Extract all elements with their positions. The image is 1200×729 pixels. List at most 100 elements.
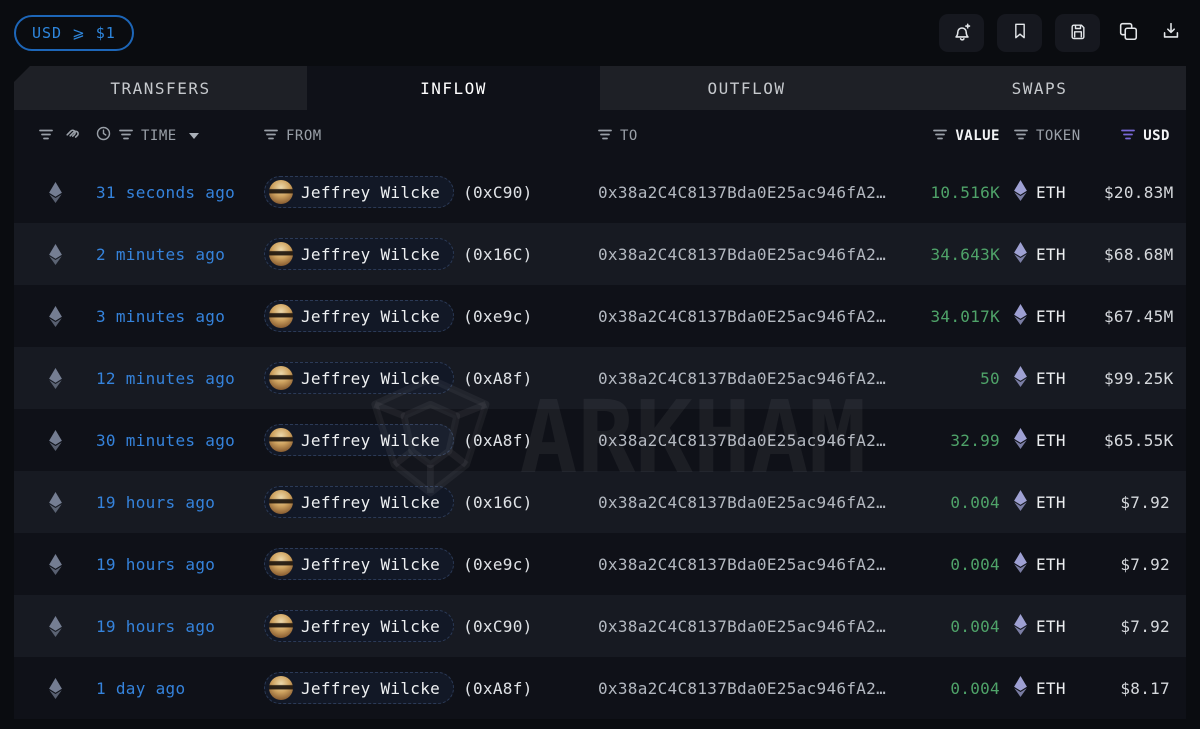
token-cell[interactable]: ETH (1000, 614, 1104, 639)
filter-lines-icon[interactable] (1014, 128, 1028, 144)
from-address-suffix[interactable]: (0xA8f) (463, 679, 533, 698)
token-symbol: ETH (1036, 183, 1066, 202)
from-entity-pill[interactable]: Jeffrey Wilcke (264, 548, 454, 580)
from-entity-pill[interactable]: Jeffrey Wilcke (264, 672, 454, 704)
clock-icon (96, 126, 111, 145)
from-address-suffix[interactable]: (0xA8f) (463, 431, 533, 450)
transaction-time-link[interactable]: 19 hours ago (96, 555, 264, 574)
from-address-suffix[interactable]: (0xC90) (463, 617, 533, 636)
column-header-token[interactable]: TOKEN (1000, 128, 1104, 144)
from-address-suffix[interactable]: (0xA8f) (463, 369, 533, 388)
token-symbol: ETH (1036, 245, 1066, 264)
transaction-time-link[interactable]: 30 minutes ago (96, 431, 264, 450)
token-cell[interactable]: ETH (1000, 490, 1104, 515)
token-cell[interactable]: ETH (1000, 552, 1104, 577)
from-entity-pill[interactable]: Jeffrey Wilcke (264, 238, 454, 270)
download-button[interactable] (1156, 14, 1186, 52)
token-cell[interactable]: ETH (1000, 304, 1104, 329)
eth-token-icon (1014, 676, 1027, 701)
to-address-link[interactable]: 0x38a2C4C8137Bda0E25ac946fA2… (598, 679, 888, 698)
to-address-link[interactable]: 0x38a2C4C8137Bda0E25ac946fA2… (598, 555, 888, 574)
to-address-link[interactable]: 0x38a2C4C8137Bda0E25ac946fA2… (598, 431, 888, 450)
token-symbol: ETH (1036, 617, 1066, 636)
to-address-link[interactable]: 0x38a2C4C8137Bda0E25ac946fA2… (598, 369, 888, 388)
token-cell[interactable]: ETH (1000, 428, 1104, 453)
copy-button[interactable] (1113, 14, 1143, 52)
value-amount: 34.017K (888, 307, 1000, 326)
save-button[interactable] (1055, 14, 1100, 52)
transaction-time-link[interactable]: 19 hours ago (96, 493, 264, 512)
to-address-link[interactable]: 0x38a2C4C8137Bda0E25ac946fA2… (598, 307, 888, 326)
usd-filter-chip[interactable]: USD ⩾ $1 (14, 15, 134, 51)
usd-amount: $65.55K (1104, 431, 1190, 450)
filter-lines-icon[interactable] (39, 128, 53, 144)
filter-lines-active-icon[interactable] (1121, 128, 1135, 144)
chain-eth-icon (14, 616, 96, 637)
chain-eth-icon (14, 306, 96, 327)
transaction-time-link[interactable]: 3 minutes ago (96, 307, 264, 326)
from-entity-name: Jeffrey Wilcke (301, 307, 440, 326)
from-entity-pill[interactable]: Jeffrey Wilcke (264, 362, 454, 394)
avatar (269, 366, 293, 390)
from-address-suffix[interactable]: (0x16C) (463, 245, 533, 264)
from-entity-name: Jeffrey Wilcke (301, 679, 440, 698)
chain-eth-icon (14, 554, 96, 575)
from-entity-pill[interactable]: Jeffrey Wilcke (264, 610, 454, 642)
to-address-link[interactable]: 0x38a2C4C8137Bda0E25ac946fA2… (598, 617, 888, 636)
column-header-from-label: FROM (286, 128, 322, 144)
column-header-from[interactable]: FROM (264, 128, 598, 144)
tab-outflow[interactable]: OUTFLOW (600, 66, 893, 110)
to-address-link[interactable]: 0x38a2C4C8137Bda0E25ac946fA2… (598, 493, 888, 512)
filter-lines-icon[interactable] (264, 128, 278, 144)
tab-transfers[interactable]: TRANSFERS (14, 66, 307, 110)
column-header-time[interactable]: TIME (96, 126, 264, 145)
from-cell: Jeffrey Wilcke (0xe9c) (264, 300, 598, 332)
link-icon[interactable] (64, 126, 80, 146)
transaction-time-link[interactable]: 1 day ago (96, 679, 264, 698)
filter-lines-icon[interactable] (933, 128, 947, 144)
transaction-time-link[interactable]: 12 minutes ago (96, 369, 264, 388)
chain-eth-icon (14, 430, 96, 451)
table-row: 12 minutes ago Jeffrey Wilcke (0xA8f) 0x… (14, 347, 1186, 409)
bell-plus-icon (951, 20, 973, 46)
from-entity-pill[interactable]: Jeffrey Wilcke (264, 424, 454, 456)
transaction-time-link[interactable]: 31 seconds ago (96, 183, 264, 202)
tab-swaps[interactable]: SWAPS (893, 66, 1186, 110)
column-header-usd[interactable]: USD (1104, 128, 1186, 144)
filter-lines-icon[interactable] (119, 128, 133, 144)
transaction-time-link[interactable]: 19 hours ago (96, 617, 264, 636)
from-entity-name: Jeffrey Wilcke (301, 369, 440, 388)
from-cell: Jeffrey Wilcke (0x16C) (264, 238, 598, 270)
to-address-link[interactable]: 0x38a2C4C8137Bda0E25ac946fA2… (598, 183, 888, 202)
from-address-suffix[interactable]: (0xe9c) (463, 555, 533, 574)
from-entity-name: Jeffrey Wilcke (301, 555, 440, 574)
usd-amount: $7.92 (1104, 555, 1186, 574)
token-cell[interactable]: ETH (1000, 676, 1104, 701)
column-header-value[interactable]: VALUE (888, 128, 1000, 144)
bookmark-button[interactable] (997, 14, 1042, 52)
transaction-time-link[interactable]: 2 minutes ago (96, 245, 264, 264)
create-alert-button[interactable] (939, 14, 984, 52)
token-cell[interactable]: ETH (1000, 180, 1104, 205)
value-amount: 0.004 (888, 617, 1000, 636)
from-entity-pill[interactable]: Jeffrey Wilcke (264, 300, 454, 332)
to-address-link[interactable]: 0x38a2C4C8137Bda0E25ac946fA2… (598, 245, 888, 264)
tab-inflow[interactable]: INFLOW (307, 66, 600, 110)
from-entity-pill[interactable]: Jeffrey Wilcke (264, 486, 454, 518)
table-row: 3 minutes ago Jeffrey Wilcke (0xe9c) 0x3… (14, 285, 1186, 347)
token-cell[interactable]: ETH (1000, 366, 1104, 391)
column-header-to[interactable]: TO (598, 128, 888, 144)
table-row: 30 minutes ago Jeffrey Wilcke (0xA8f) 0x… (14, 409, 1186, 471)
from-address-suffix[interactable]: (0xC90) (463, 183, 533, 202)
from-cell: Jeffrey Wilcke (0xA8f) (264, 424, 598, 456)
filter-lines-icon[interactable] (598, 128, 612, 144)
table-row: 31 seconds ago Jeffrey Wilcke (0xC90) 0x… (14, 161, 1186, 223)
from-address-suffix[interactable]: (0xe9c) (463, 307, 533, 326)
token-cell[interactable]: ETH (1000, 242, 1104, 267)
caret-down-icon[interactable] (189, 133, 199, 139)
from-entity-pill[interactable]: Jeffrey Wilcke (264, 176, 454, 208)
avatar (269, 304, 293, 328)
from-address-suffix[interactable]: (0x16C) (463, 493, 533, 512)
usd-amount: $20.83M (1104, 183, 1190, 202)
eth-token-icon (1014, 614, 1027, 639)
